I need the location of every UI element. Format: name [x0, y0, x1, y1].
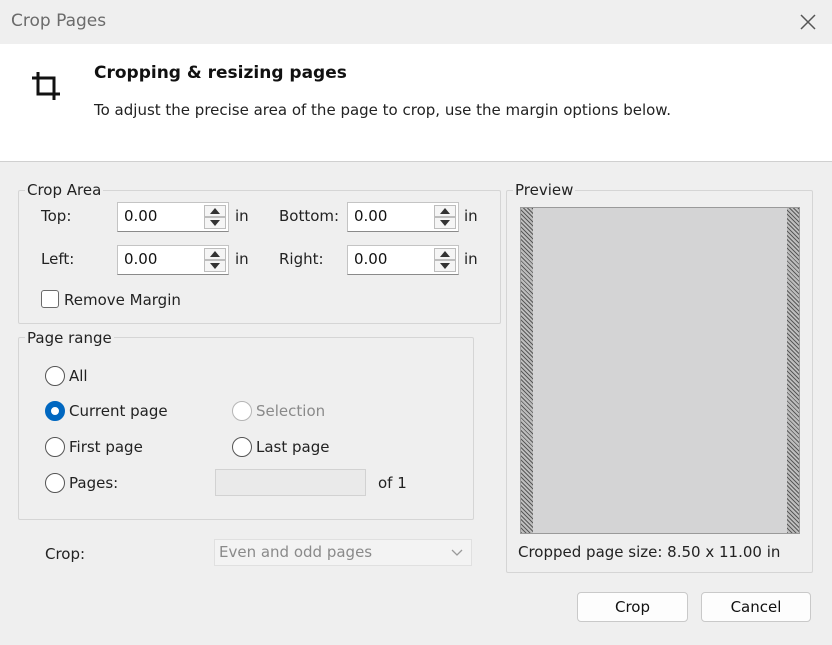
selection-label: Selection	[256, 402, 326, 420]
chevron-down-icon	[451, 549, 463, 556]
bottom-unit: in	[464, 207, 478, 225]
first-page-radio[interactable]	[45, 437, 65, 457]
up-arrow-icon	[210, 251, 220, 257]
page-count-label: of 1	[378, 474, 407, 492]
up-arrow-icon	[440, 208, 450, 214]
left-increment-button[interactable]	[204, 248, 226, 260]
pages-label[interactable]: Pages:	[69, 474, 118, 492]
left-value: 0.00	[124, 250, 158, 268]
pages-radio[interactable]	[45, 473, 65, 493]
crop-button[interactable]: Crop	[577, 592, 688, 622]
close-button[interactable]	[792, 6, 824, 38]
first-page-label[interactable]: First page	[69, 438, 143, 456]
last-page-radio[interactable]	[232, 437, 252, 457]
right-spinbox[interactable]: 0.00	[347, 245, 459, 275]
right-label: Right:	[279, 250, 324, 268]
last-page-label[interactable]: Last page	[256, 438, 329, 456]
up-arrow-icon	[210, 208, 220, 214]
up-arrow-icon	[440, 251, 450, 257]
left-spinbox[interactable]: 0.00	[117, 245, 229, 275]
down-arrow-icon	[210, 220, 220, 226]
bottom-label: Bottom:	[279, 207, 340, 225]
remove-margin-label[interactable]: Remove Margin	[64, 291, 181, 309]
left-decrement-button[interactable]	[204, 260, 226, 272]
page-range-legend: Page range	[25, 329, 114, 347]
top-spinbox[interactable]: 0.00	[117, 202, 229, 232]
left-unit: in	[235, 250, 249, 268]
all-radio[interactable]	[45, 366, 65, 386]
right-value: 0.00	[354, 250, 388, 268]
right-decrement-button[interactable]	[434, 260, 456, 272]
top-label: Top:	[41, 207, 72, 225]
down-arrow-icon	[440, 263, 450, 269]
cancel-button[interactable]: Cancel	[701, 592, 811, 622]
preview-right-margin	[787, 208, 799, 533]
right-increment-button[interactable]	[434, 248, 456, 260]
all-label[interactable]: All	[69, 367, 88, 385]
bottom-value: 0.00	[354, 207, 388, 225]
selection-radio	[232, 401, 252, 421]
header-description: To adjust the precise area of the page t…	[94, 101, 671, 119]
down-arrow-icon	[440, 220, 450, 226]
window-title: Crop Pages	[11, 11, 107, 31]
top-decrement-button[interactable]	[204, 217, 226, 229]
crop-filter-value: Even and odd pages	[219, 543, 373, 561]
bottom-spinbox[interactable]: 0.00	[347, 202, 459, 232]
remove-margin-checkbox[interactable]	[41, 290, 59, 308]
preview-legend: Preview	[513, 181, 576, 199]
top-increment-button[interactable]	[204, 205, 226, 217]
down-arrow-icon	[210, 263, 220, 269]
top-value: 0.00	[124, 207, 158, 225]
bottom-increment-button[interactable]	[434, 205, 456, 217]
pages-input[interactable]	[215, 469, 366, 496]
crop-icon	[32, 72, 60, 100]
left-label: Left:	[41, 250, 75, 268]
close-icon	[800, 14, 816, 30]
preview-page	[520, 207, 800, 534]
top-unit: in	[235, 207, 249, 225]
header-title: Cropping & resizing pages	[94, 63, 347, 83]
preview-left-margin	[521, 208, 533, 533]
right-unit: in	[464, 250, 478, 268]
current-page-label[interactable]: Current page	[69, 402, 168, 420]
current-page-radio[interactable]	[45, 401, 65, 421]
bottom-decrement-button[interactable]	[434, 217, 456, 229]
cropped-size-text: Cropped page size: 8.50 x 11.00 in	[518, 543, 781, 561]
title-bar	[0, 0, 832, 44]
crop-filter-label: Crop:	[45, 545, 86, 563]
crop-filter-select[interactable]: Even and odd pages	[214, 539, 472, 566]
crop-area-legend: Crop Area	[25, 181, 104, 199]
